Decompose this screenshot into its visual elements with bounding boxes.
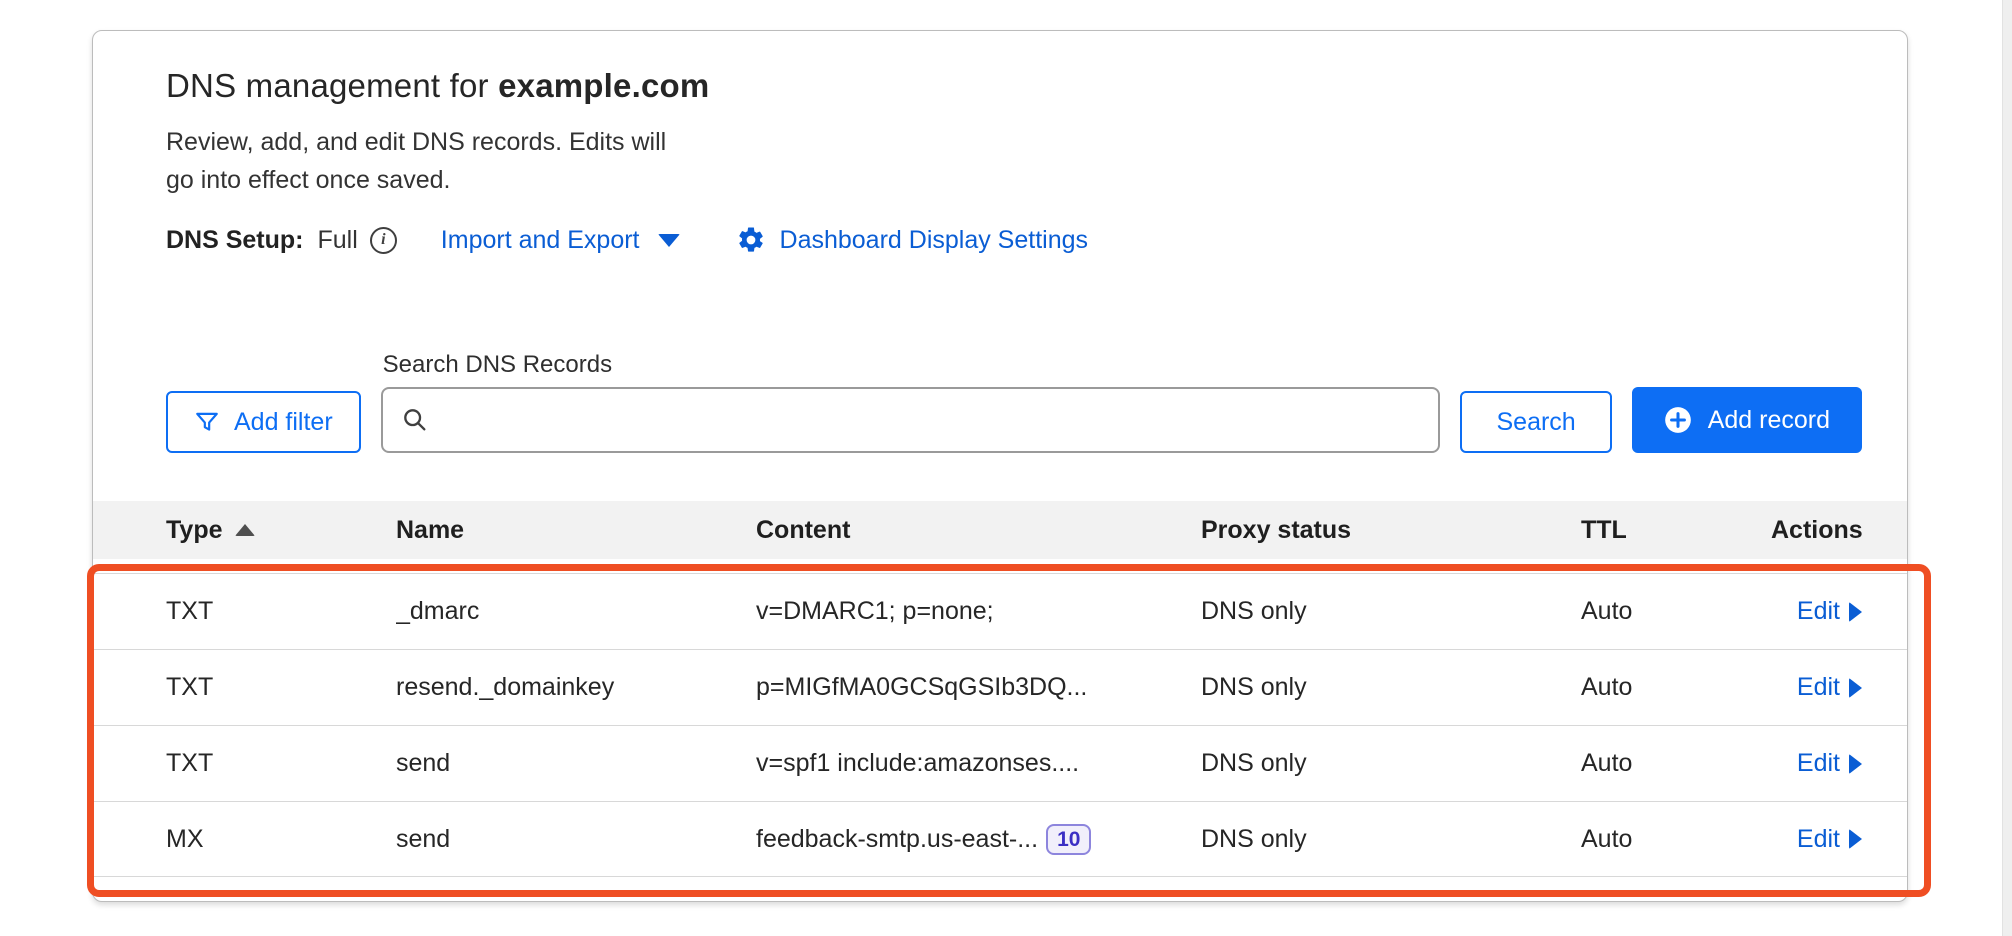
table-row: MX send feedback-smtp.us-east-...10 DNS … [93,801,1907,877]
cell-proxy-status: DNS only [1201,597,1581,626]
scrollbar-track[interactable] [2002,0,2012,936]
chevron-down-icon [658,234,680,247]
cell-name: send [396,825,756,854]
chevron-right-icon [1849,678,1862,698]
table-header-row: Type Name Content Proxy status TTL Actio… [93,501,1907,559]
column-header-actions: Actions [1771,516,1863,545]
plus-circle-icon [1664,406,1692,434]
search-icon [401,406,429,434]
search-button[interactable]: Search [1460,391,1611,453]
page-title: DNS management for example.com [166,67,1862,105]
domain-name: example.com [498,67,709,104]
search-controls: Add filter Search DNS Records Search Add… [166,351,1862,453]
search-box [381,387,1441,453]
chevron-right-icon [1849,829,1862,849]
cell-type: TXT [166,597,396,626]
table-row: TXT resend._domainkey p=MIGfMA0GCSqGSIb3… [93,649,1907,725]
cell-ttl: Auto [1581,749,1771,778]
mx-priority-badge: 10 [1046,824,1091,855]
cell-proxy-status: DNS only [1201,673,1581,702]
import-export-dropdown[interactable]: Import and Export [441,226,680,255]
table-row: TXT _dmarc v=DMARC1; p=none; DNS only Au… [93,573,1907,649]
edit-record-button[interactable]: Edit [1797,597,1862,626]
table-row: TXT send v=spf1 include:amazonses.... DN… [93,725,1907,801]
page-title-prefix: DNS management for [166,67,498,104]
edit-record-button[interactable]: Edit [1797,749,1862,778]
info-circle-icon[interactable]: i [370,227,397,254]
cell-type: TXT [166,673,396,702]
page-description: Review, add, and edit DNS records. Edits… [166,123,1862,199]
cell-content: p=MIGfMA0GCSqGSIb3DQ... [756,673,1201,702]
dns-records-table: Type Name Content Proxy status TTL Actio… [93,501,1907,877]
filter-funnel-icon [194,409,220,435]
chevron-right-icon [1849,754,1862,774]
search-label: Search DNS Records [383,351,1441,379]
column-header-name: Name [396,516,756,545]
cell-type: TXT [166,749,396,778]
cell-proxy-status: DNS only [1201,825,1581,854]
column-header-ttl: TTL [1581,516,1771,545]
search-input[interactable] [441,389,1421,451]
cell-proxy-status: DNS only [1201,749,1581,778]
dns-setup-row: DNS Setup: Full i Import and Export Dash… [166,225,1862,255]
edit-record-button[interactable]: Edit [1797,673,1862,702]
dns-management-card: DNS management for example.com Review, a… [92,30,1908,902]
dns-setup-value: Full [318,226,358,255]
add-record-button[interactable]: Add record [1632,387,1862,453]
dashboard-display-settings-link[interactable]: Dashboard Display Settings [736,225,1089,255]
cell-name: resend._domainkey [396,673,756,702]
cell-type: MX [166,825,396,854]
cell-ttl: Auto [1581,825,1771,854]
cell-content: feedback-smtp.us-east-...10 [756,824,1201,855]
chevron-right-icon [1849,602,1862,622]
cell-name: _dmarc [396,597,756,626]
edit-record-button[interactable]: Edit [1797,825,1862,854]
column-header-type[interactable]: Type [166,516,396,545]
cell-content: v=DMARC1; p=none; [756,597,1201,626]
cell-name: send [396,749,756,778]
cell-ttl: Auto [1581,673,1771,702]
column-header-proxy-status: Proxy status [1201,516,1581,545]
add-filter-button[interactable]: Add filter [166,391,361,453]
column-header-content: Content [756,516,1201,545]
dns-setup-label: DNS Setup: [166,226,304,255]
cell-ttl: Auto [1581,597,1771,626]
sort-ascending-icon [235,524,255,536]
table-body: TXT _dmarc v=DMARC1; p=none; DNS only Au… [93,573,1907,877]
gear-icon [736,225,766,255]
cell-content: v=spf1 include:amazonses.... [756,749,1201,778]
search-field-group: Search DNS Records [381,351,1441,453]
